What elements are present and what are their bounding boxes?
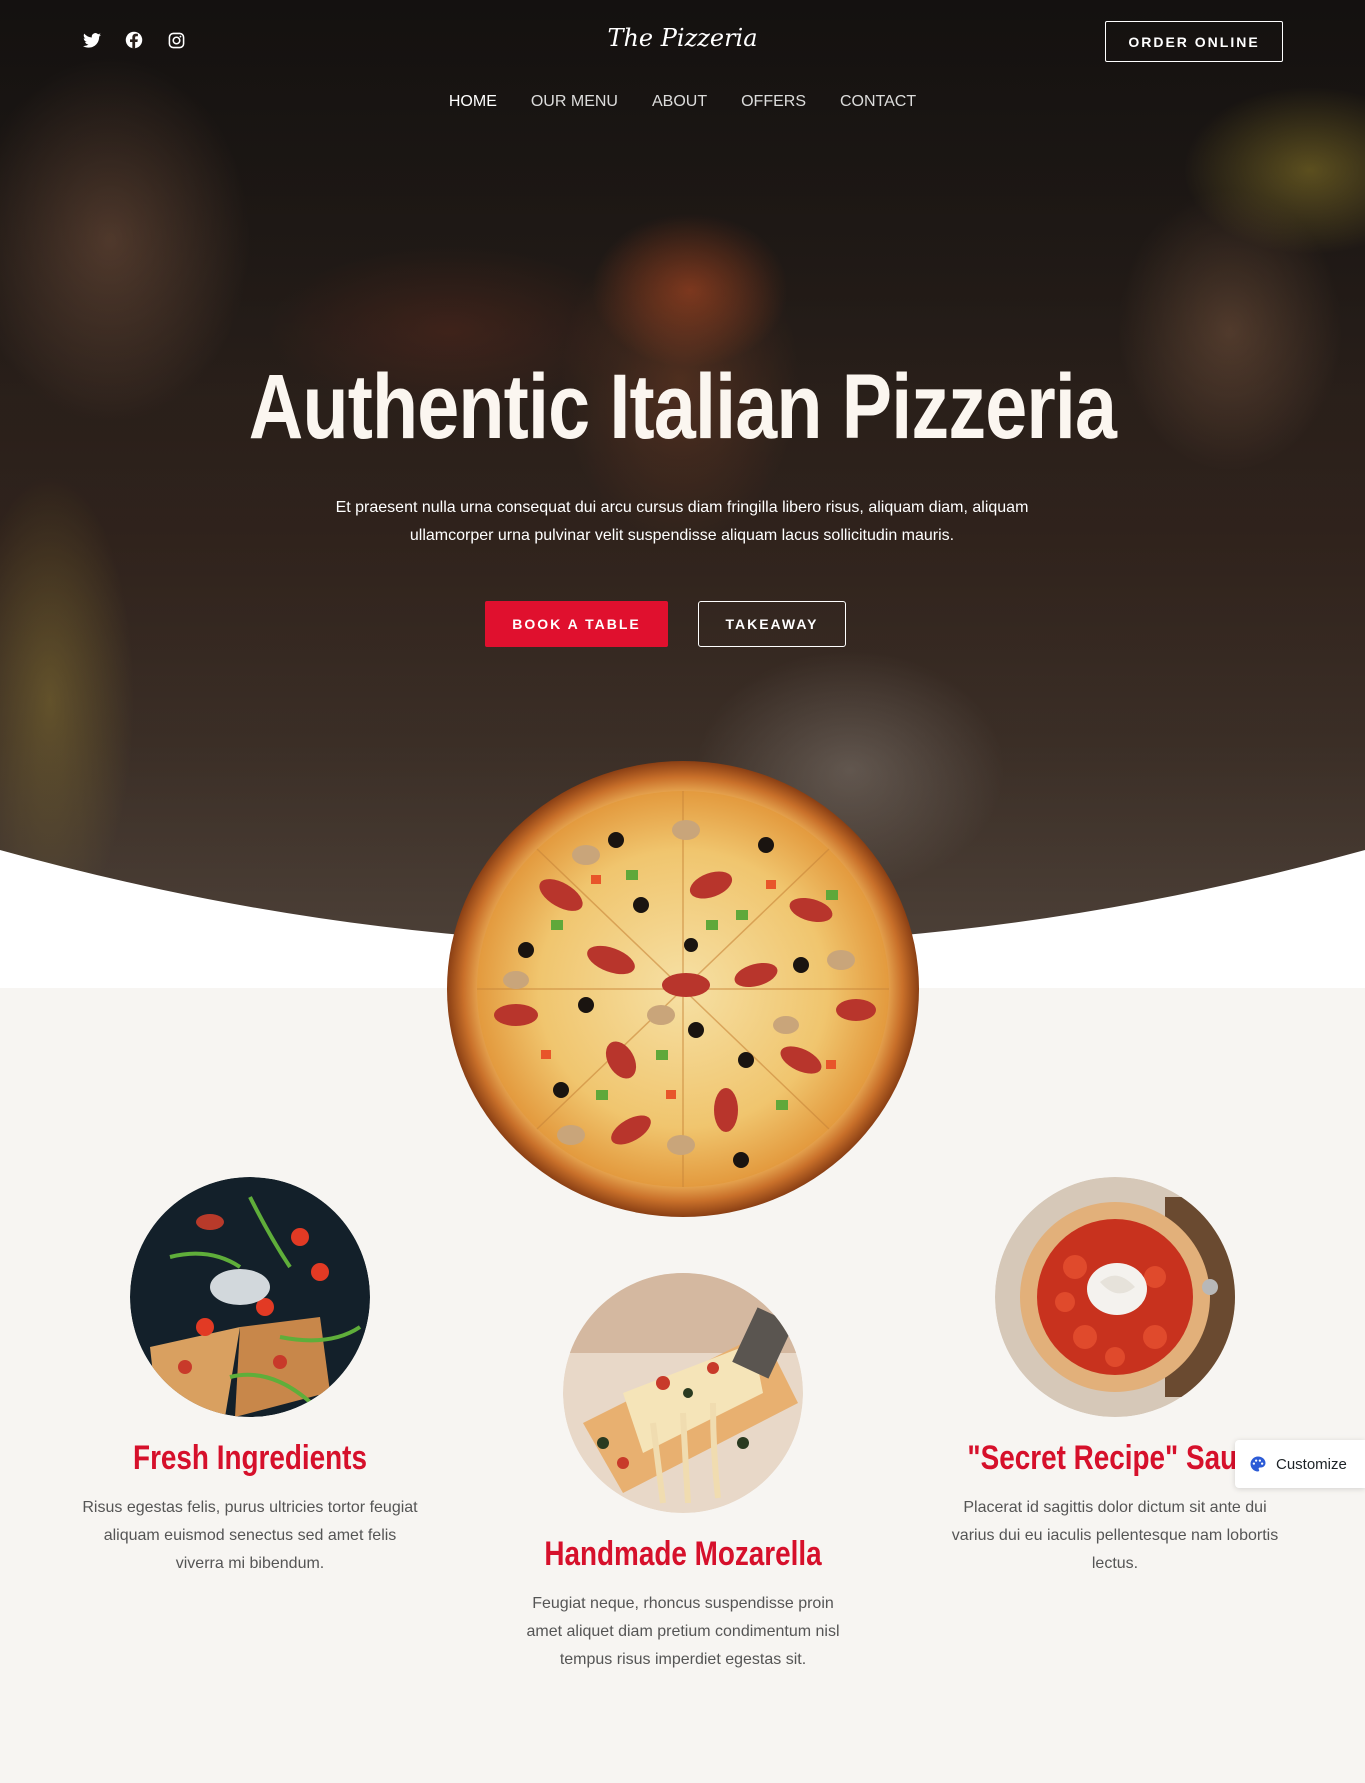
facebook-icon[interactable] — [124, 30, 144, 50]
twitter-icon[interactable] — [82, 30, 102, 50]
feature-title: "Secret Recipe" Sauce — [967, 1439, 1269, 1477]
main-nav: HOME OUR MENU ABOUT OFFERS CONTACT — [0, 93, 1365, 111]
hero-subtitle: Et praesent nulla urna consequat dui arc… — [335, 499, 1029, 544]
feature-title: Fresh Ingredients — [133, 1439, 367, 1477]
feature-text: Placerat id sagittis dolor dictum sit an… — [951, 1499, 1279, 1572]
feature-title: Handmade Mozarella — [544, 1535, 822, 1573]
order-online-button[interactable]: ORDER ONLINE — [1105, 21, 1283, 62]
nav-item-offers[interactable]: OFFERS — [741, 93, 806, 111]
fresh-ingredients-image — [130, 1177, 370, 1417]
feature-handmade-mozarella: Handmade Mozarella Feugiat neque, rhoncu… — [503, 1273, 863, 1674]
palette-icon — [1250, 1456, 1266, 1472]
social-links — [82, 30, 186, 50]
customize-button[interactable]: Customize — [1235, 1440, 1365, 1488]
feature-text: Risus egestas felis, purus ultricies tor… — [82, 1499, 418, 1572]
takeaway-button[interactable]: TAKEAWAY — [698, 601, 846, 647]
feature-secret-recipe-sauce: "Secret Recipe" Sauce Placerat id sagitt… — [935, 1177, 1295, 1578]
nav-item-our-menu[interactable]: OUR MENU — [531, 93, 618, 111]
logo-text[interactable]: The Pizzeria — [607, 24, 757, 52]
hero-pizza-image — [447, 761, 919, 1217]
nav-item-home[interactable]: HOME — [449, 93, 497, 111]
feature-text: Feugiat neque, rhoncus suspendisse proin… — [526, 1595, 840, 1668]
customize-label: Customize — [1276, 1455, 1347, 1473]
secret-recipe-sauce-image — [995, 1177, 1235, 1417]
nav-item-about[interactable]: ABOUT — [652, 93, 707, 111]
feature-fresh-ingredients: Fresh Ingredients Risus egestas felis, p… — [70, 1177, 430, 1578]
handmade-mozarella-image — [563, 1273, 803, 1513]
instagram-icon[interactable] — [166, 30, 186, 50]
nav-item-contact[interactable]: CONTACT — [840, 93, 916, 111]
hero-title: Authentic Italian Pizzeria — [248, 356, 1117, 458]
book-a-table-button[interactable]: BOOK A TABLE — [485, 601, 668, 647]
